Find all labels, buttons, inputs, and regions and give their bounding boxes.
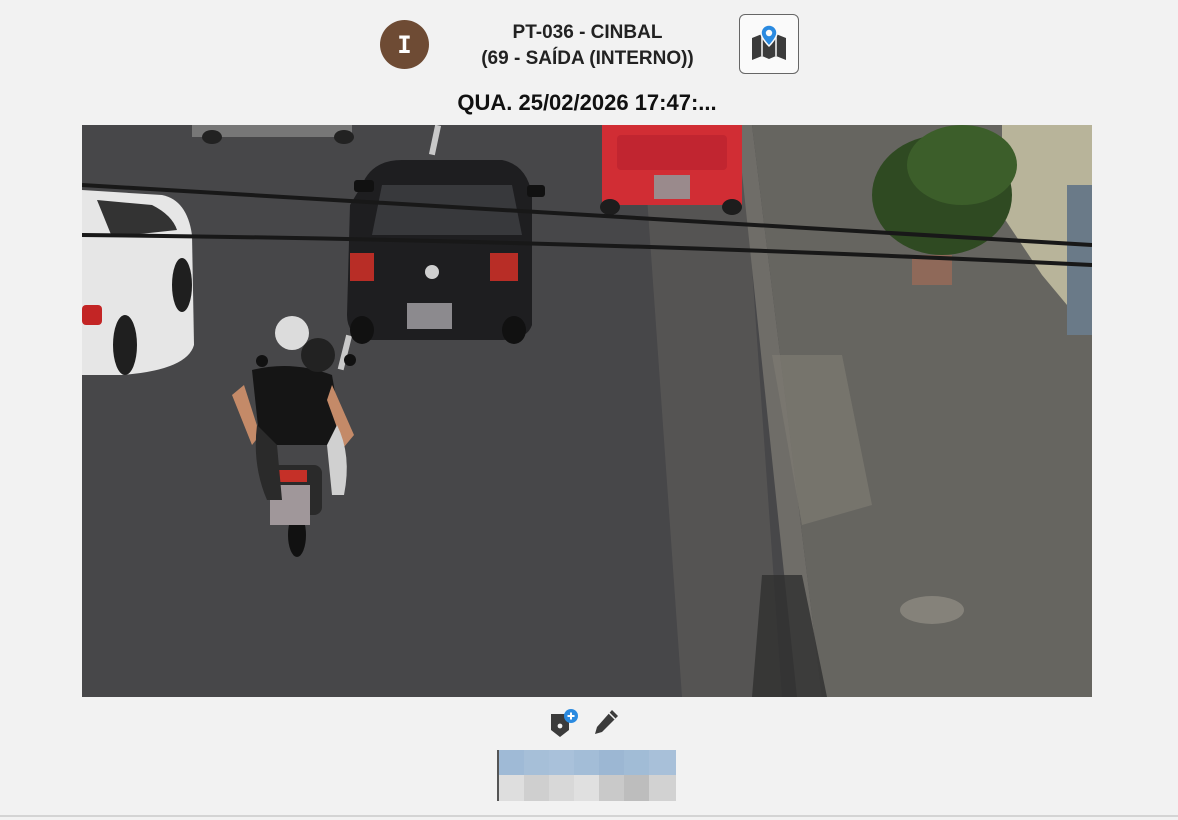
add-tag-icon [551, 709, 578, 737]
plate-crop-image[interactable] [497, 750, 676, 801]
title-line2: (69 - SAÍDA (INTERNO)) [481, 48, 694, 69]
pen-icon [595, 710, 618, 734]
camera-image[interactable] [82, 125, 1092, 697]
add-tag-button[interactable] [547, 706, 579, 738]
map-pin-icon [752, 24, 786, 60]
action-bar [0, 706, 1178, 740]
title-line1: PT-036 - CINBAL [512, 22, 663, 43]
capture-datetime: QUA. 25/02/2026 17:47:... [457, 90, 717, 115]
camera-scene [82, 125, 1092, 697]
badge-icon: I [380, 20, 429, 69]
bottom-divider [0, 815, 1178, 817]
page: I PT-036 - CINBAL (69 - SAÍDA (INTERNO))… [0, 0, 1178, 820]
plate-pixelation [499, 750, 676, 801]
map-button[interactable] [739, 14, 799, 74]
location-title: PT-036 - CINBAL (69 - SAÍDA (INTERNO)) [460, 20, 715, 72]
edit-button[interactable] [590, 706, 622, 738]
header: I PT-036 - CINBAL (69 - SAÍDA (INTERNO)) [0, 0, 1178, 90]
